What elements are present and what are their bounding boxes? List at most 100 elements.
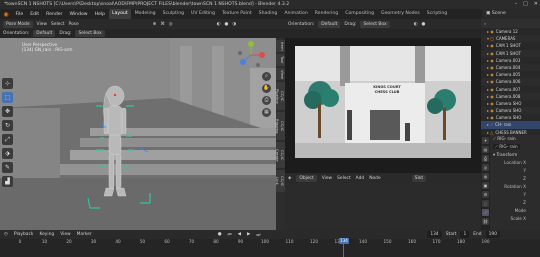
start-frame-field[interactable]: 1 xyxy=(460,231,470,238)
blender-logo-icon[interactable]: ◉ xyxy=(0,11,12,18)
outliner-search[interactable]: ⌕ xyxy=(481,19,540,28)
world-props-icon[interactable]: ◍ xyxy=(482,173,489,180)
move-tool-icon[interactable]: ✥ xyxy=(2,106,13,117)
workspace-tab-sculpting[interactable]: Sculpting xyxy=(159,9,187,19)
workspace-tab-shading[interactable]: Shading xyxy=(255,9,281,19)
outliner-row[interactable]: ▸ ◉ Camera.007 xyxy=(481,86,540,93)
transform-section[interactable]: ▾ Transform xyxy=(491,151,540,159)
sidebar-tab-cc-rigging[interactable]: CC/iC Rigging xyxy=(275,112,285,140)
outliner-row[interactable]: ▸ ◉ Camera.006 xyxy=(481,78,540,86)
annotate-tool-icon[interactable]: ✎ xyxy=(2,162,13,173)
shading-material-icon[interactable]: ◑ xyxy=(232,22,236,27)
rotate-tool-icon[interactable]: ↻ xyxy=(2,120,13,131)
sidebar-tab-cc-create[interactable]: CC/iC Create xyxy=(275,142,285,168)
outliner-row[interactable]: ▸ ◉ CAM 1 SHOT xyxy=(481,49,540,57)
rotation-x-field[interactable]: Rotation X xyxy=(491,183,540,191)
sidebar-tab-item[interactable]: Item xyxy=(276,40,285,52)
bone-props-icon[interactable]: ⟋ xyxy=(482,209,489,216)
scale-tool-icon[interactable]: ⤢ xyxy=(2,134,13,145)
timeline-menu-view[interactable]: View xyxy=(60,232,70,237)
menu-file[interactable]: File xyxy=(12,12,27,17)
modifier-props-icon[interactable]: ⚙ xyxy=(482,191,489,198)
maximize-button[interactable]: □ xyxy=(523,0,528,9)
outliner-row[interactable]: ▸ ◉ CAM 1 SHOT xyxy=(481,42,540,49)
camera-view-icon[interactable]: ⎙ xyxy=(262,96,271,105)
mode-dropdown[interactable]: Pose Mode xyxy=(3,20,33,28)
overlay-icon[interactable]: ◐ xyxy=(217,22,221,27)
sidebar-tab-tool[interactable]: Tool xyxy=(276,54,285,66)
workspace-tab-compositing[interactable]: Compositing xyxy=(342,9,378,19)
workspace-tab-scripting[interactable]: Scripting xyxy=(423,9,450,19)
play-reverse-icon[interactable]: ◀ xyxy=(238,232,241,237)
location-z-field[interactable]: Z xyxy=(491,175,540,183)
node-editor-mode-dropdown[interactable]: Object xyxy=(296,174,317,182)
camera-view[interactable]: KINGS COURT CHESS CLUB xyxy=(285,38,481,173)
workspace-tab-geometry-nodes[interactable]: Geometry Nodes xyxy=(378,9,424,19)
menu-help[interactable]: Help xyxy=(91,12,108,17)
menu-window[interactable]: Window xyxy=(66,12,91,17)
jump-end-icon[interactable]: ⏭ xyxy=(256,232,260,238)
play-icon[interactable]: ▶ xyxy=(247,232,250,237)
sidebar-tab-cc-pipeline[interactable]: CC/iC Pipeline xyxy=(275,82,285,110)
record-icon[interactable]: ● xyxy=(218,232,222,237)
global-orientation-icon[interactable]: ⊕ xyxy=(153,22,157,27)
camera-overlay-icon[interactable]: ◐ xyxy=(414,22,418,27)
physics-props-icon[interactable]: ◌ xyxy=(482,200,489,207)
close-button[interactable]: ✕ xyxy=(534,0,538,9)
navigation-gizmo[interactable] xyxy=(236,40,266,70)
outliner-row[interactable]: ▸ ◉ Camera 12 xyxy=(481,28,540,35)
rotation-z-field[interactable]: Z xyxy=(491,199,540,207)
menu-render[interactable]: Render xyxy=(43,12,66,17)
shading-solid-icon[interactable]: ● xyxy=(224,22,228,27)
viewport-menu-select[interactable]: Select xyxy=(51,22,65,27)
camera-view-orientation-dropdown[interactable]: Default xyxy=(318,20,341,28)
sidebar-tab-cc-link[interactable]: CC/iC Link xyxy=(275,170,285,192)
viewport-menu-view[interactable]: View xyxy=(37,22,47,27)
outliner-row[interactable]: ▸ ⟋ CH- rain xyxy=(481,121,540,129)
scene-props-icon[interactable]: ◎ xyxy=(482,164,489,171)
object-props-icon[interactable]: ▣ xyxy=(482,182,489,189)
node-editor-canvas[interactable] xyxy=(285,183,481,230)
select-box-tool-icon[interactable]: ⬚ xyxy=(2,92,13,103)
tool-props-icon[interactable]: ✦ xyxy=(482,137,489,144)
current-frame-field[interactable]: 134 xyxy=(427,231,442,238)
scale-x-field[interactable]: Scale X xyxy=(491,215,540,223)
workspace-tab-uv-editing[interactable]: UV Editing xyxy=(188,9,219,19)
rotation-y-field[interactable]: Y xyxy=(491,191,540,199)
node-menu-view[interactable]: View xyxy=(322,176,332,181)
proportional-icon[interactable]: ◎ xyxy=(169,22,173,27)
measure-tool-icon[interactable]: ▟ xyxy=(2,176,13,187)
snap-icon[interactable]: ⌘ xyxy=(160,22,164,27)
output-props-icon[interactable]: ⎙ xyxy=(482,155,489,162)
end-frame-field[interactable]: 190 xyxy=(485,231,500,238)
outliner-row[interactable]: ▸ ◉ Camera.004 xyxy=(481,63,540,72)
workspace-tab-animation[interactable]: Animation xyxy=(281,9,311,19)
outliner-row[interactable]: ▸ ◉ Camera.005 xyxy=(481,71,540,78)
rotation-mode-field[interactable]: Mode xyxy=(491,207,540,215)
timeline-menu-marker[interactable]: Marker xyxy=(77,232,92,237)
minimize-button[interactable]: – xyxy=(515,0,518,9)
location-x-field[interactable]: Location X xyxy=(491,159,540,167)
workspace-tab-modeling[interactable]: Modeling xyxy=(131,9,159,19)
timeline-menu-playback[interactable]: Playback xyxy=(14,232,34,237)
transform-tool-icon[interactable]: ⬗ xyxy=(2,148,13,159)
workspace-tab-layout[interactable]: Layout xyxy=(108,9,132,19)
timeline-editor-icon[interactable]: ◷ xyxy=(4,232,8,237)
outliner-row[interactable]: ▾ ▢ CAMERAS xyxy=(481,35,540,43)
node-menu-node[interactable]: Node xyxy=(369,176,380,181)
outliner-row[interactable]: ▸ ◉ Camera SHO xyxy=(481,114,540,121)
playhead[interactable]: 134 xyxy=(339,238,349,244)
node-editor-type-icon[interactable]: ◈ xyxy=(288,176,291,181)
cursor-tool-icon[interactable]: ⊹ xyxy=(2,78,13,89)
render-props-icon[interactable]: ▤ xyxy=(482,146,489,153)
node-menu-select[interactable]: Select xyxy=(337,176,351,181)
orientation-dropdown[interactable]: Default xyxy=(33,30,56,37)
camera-view-drag-dropdown[interactable]: Select Box xyxy=(360,20,390,28)
outliner-row[interactable]: ▸ ◉ Camera SHO xyxy=(481,107,540,115)
bone-name-field[interactable]: ⟋ RIG- rain xyxy=(493,144,520,149)
outliner-row[interactable]: ▸ ◉ Camera SHO xyxy=(481,100,540,107)
jump-start-icon[interactable]: ⏮ xyxy=(228,232,232,238)
outliner-row[interactable]: ▸ ◉ Camera.003 xyxy=(481,57,540,64)
zoom-icon[interactable]: ⌕ xyxy=(262,72,271,81)
drag-dropdown[interactable]: Select Box xyxy=(75,30,105,37)
